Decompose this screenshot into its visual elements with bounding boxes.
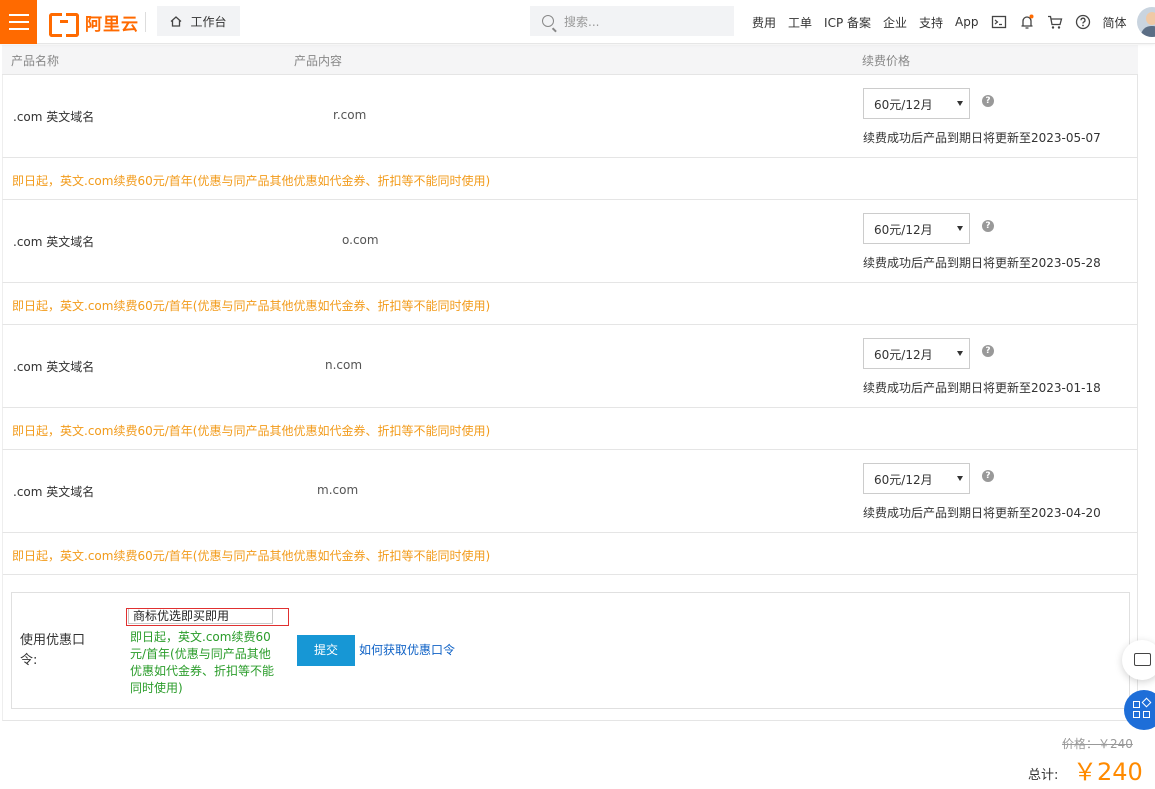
language-switch[interactable]: 简体	[1103, 14, 1127, 31]
question-icon[interactable]: ?	[982, 345, 994, 357]
cart-icon[interactable]	[1047, 14, 1063, 30]
col-product-name: 产品名称	[11, 54, 60, 68]
workbench-label: 工作台	[190, 14, 227, 29]
search-placeholder: 搜索...	[564, 14, 600, 29]
top-nav: 费用 工单 ICP 备案 企业 支持 App 简体	[752, 0, 1139, 44]
renewal-period-select[interactable]: 60元/12月	[863, 88, 970, 119]
renewal-period-select[interactable]: 60元/12月	[863, 213, 970, 244]
chevron-down-icon	[957, 226, 963, 231]
product-domain: m.com	[317, 483, 359, 497]
expire-note: 续费成功后产品到期日将更新至2023-05-07	[863, 131, 1101, 145]
terminal-icon[interactable]	[991, 14, 1007, 30]
promo-row: 即日起，英文.com续费60元/首年(优惠与同产品其他优惠如代金券、折扣等不能同…	[2, 408, 1138, 450]
nav-support[interactable]: 支持	[919, 14, 943, 31]
product-name: .com 英文域名	[13, 235, 95, 249]
total-price: ￥240	[1073, 758, 1143, 786]
renewal-table: 产品名称 产品内容 续费价格 .com 英文域名 r.com 60元/12月 ?…	[2, 45, 1138, 575]
expire-note: 续费成功后产品到期日将更新至2023-01-18	[863, 381, 1101, 395]
highlight-box	[126, 608, 289, 626]
promo-row: 即日起，英文.com续费60元/首年(优惠与同产品其他优惠如代金券、折扣等不能同…	[2, 533, 1138, 575]
nav-app[interactable]: App	[955, 15, 978, 29]
question-icon[interactable]: ?	[982, 470, 994, 482]
renewal-period-select[interactable]: 60元/12月	[863, 463, 970, 494]
promo-text: 即日起，英文.com续费60元/首年(优惠与同产品其他优惠如代金券、折扣等不能同…	[12, 299, 491, 313]
table-row: .com 英文域名 r.com 60元/12月 ? 续费成功后产品到期日将更新至…	[2, 75, 1138, 158]
coupon-box: 使用优惠口令: 商标优选即买即用 即日起，英文.com续费60元/首年(优惠与同…	[11, 592, 1130, 709]
question-icon[interactable]: ?	[982, 95, 994, 107]
chat-icon[interactable]	[1122, 640, 1155, 680]
nav-icp[interactable]: ICP 备案	[824, 14, 871, 31]
top-navbar: 阿里云 工作台 搜索... 费用 工单 ICP 备案 企业 支持 App 简体	[0, 0, 1155, 44]
product-name: .com 英文域名	[13, 110, 95, 124]
promo-text: 即日起，英文.com续费60元/首年(优惠与同产品其他优惠如代金券、折扣等不能同…	[12, 424, 491, 438]
promo-text: 即日起，英文.com续费60元/首年(优惠与同产品其他优惠如代金券、折扣等不能同…	[12, 549, 491, 563]
renewal-period-select[interactable]: 60元/12月	[863, 338, 970, 369]
coupon-label: 使用优惠口令:	[20, 633, 86, 668]
chevron-down-icon	[957, 101, 963, 106]
coupon-note: 即日起，英文.com续费60元/首年(优惠与同产品其他优惠如代金券、折扣等不能同…	[130, 630, 275, 695]
search-icon	[542, 15, 554, 27]
aliyun-logo[interactable]: 阿里云	[49, 11, 139, 37]
total-label: 总计:	[1028, 768, 1059, 783]
nav-enterprise[interactable]: 企业	[883, 14, 907, 31]
nav-tickets[interactable]: 工单	[788, 14, 812, 31]
home-icon	[171, 15, 182, 27]
product-domain: r.com	[333, 108, 367, 122]
workbench-button[interactable]: 工作台	[157, 6, 240, 36]
table-row: .com 英文域名 m.com 60元/12月 ? 续费成功后产品到期日将更新至…	[2, 450, 1138, 533]
search-input[interactable]: 搜索...	[530, 6, 734, 36]
bell-icon[interactable]	[1019, 14, 1035, 30]
divider	[145, 12, 146, 32]
chevron-down-icon	[957, 476, 963, 481]
col-product-content: 产品内容	[294, 54, 343, 68]
promo-text: 即日起，英文.com续费60元/首年(优惠与同产品其他优惠如代金券、折扣等不能同…	[12, 174, 491, 188]
submit-button[interactable]: 提交	[297, 635, 355, 666]
avatar[interactable]	[1137, 7, 1155, 37]
help-icon[interactable]	[1075, 14, 1091, 30]
promo-row: 即日起，英文.com续费60元/首年(优惠与同产品其他优惠如代金券、折扣等不能同…	[2, 283, 1138, 325]
table-header: 产品名称 产品内容 续费价格	[2, 45, 1138, 75]
hamburger-menu-icon[interactable]	[0, 0, 37, 44]
nav-fees[interactable]: 费用	[752, 14, 776, 31]
original-price: 价格：￥240	[1062, 737, 1133, 751]
aliyun-logo-icon	[49, 13, 79, 37]
promo-row: 即日起，英文.com续费60元/首年(优惠与同产品其他优惠如代金券、折扣等不能同…	[2, 158, 1138, 200]
expire-note: 续费成功后产品到期日将更新至2023-05-28	[863, 256, 1101, 270]
product-name: .com 英文域名	[13, 360, 95, 374]
expire-note: 续费成功后产品到期日将更新至2023-04-20	[863, 506, 1101, 520]
table-row: .com 英文域名 o.com 60元/12月 ? 续费成功后产品到期日将更新至…	[2, 200, 1138, 283]
table-row: .com 英文域名 n.com 60元/12月 ? 续费成功后产品到期日将更新至…	[2, 325, 1138, 408]
chevron-down-icon	[957, 351, 963, 356]
product-domain: n.com	[325, 358, 363, 372]
product-domain: o.com	[342, 233, 379, 247]
col-renewal-price: 续费价格	[862, 54, 911, 68]
apps-grid-icon[interactable]	[1124, 690, 1155, 730]
product-name: .com 英文域名	[13, 485, 95, 499]
coupon-help-link[interactable]: 如何获取优惠口令	[359, 641, 455, 658]
question-icon[interactable]: ?	[982, 220, 994, 232]
